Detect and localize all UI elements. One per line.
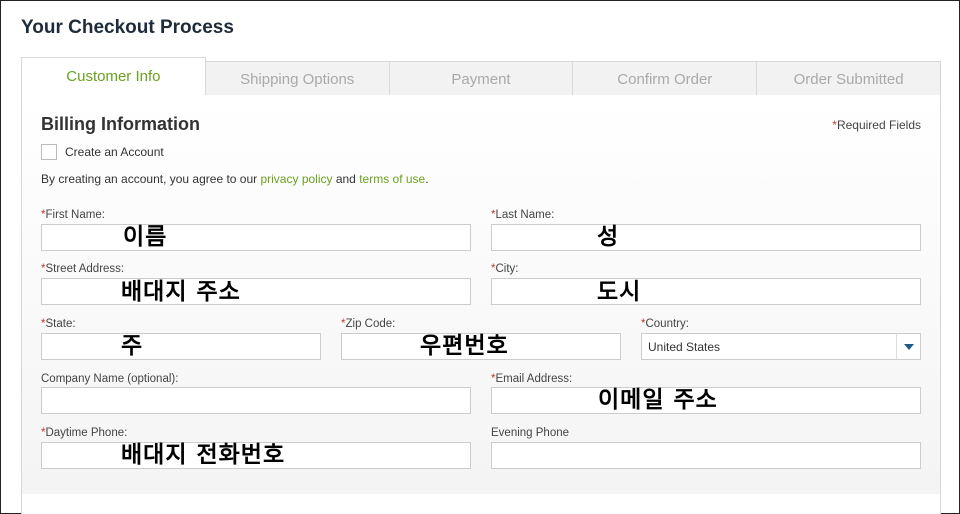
email-address-overlay: 이메일 주소 xyxy=(598,387,718,413)
page-title: Your Checkout Process xyxy=(21,17,234,38)
first-name-overlay: 이름 xyxy=(123,224,168,250)
street-address-input[interactable] xyxy=(41,278,471,305)
country-selected-value: United States xyxy=(648,340,721,354)
create-account-checkbox[interactable] xyxy=(41,144,57,160)
tab-order-submitted[interactable]: Order Submitted xyxy=(757,61,941,98)
company-name-label: Company Name (optional): xyxy=(41,373,179,385)
state-input[interactable] xyxy=(41,333,321,360)
street-address-overlay: 배대지 주소 xyxy=(121,279,241,305)
country-select[interactable]: United States xyxy=(641,333,921,360)
first-name-label: *First Name: xyxy=(41,209,105,221)
state-overlay: 주 xyxy=(121,333,144,359)
city-input[interactable] xyxy=(491,278,921,305)
last-name-overlay: 성 xyxy=(597,224,620,250)
daytime-phone-overlay: 배대지 전화번호 xyxy=(121,442,286,468)
city-overlay: 도시 xyxy=(597,279,642,305)
zip-code-overlay: 우편번호 xyxy=(420,333,509,359)
tab-shipping-options[interactable]: Shipping Options xyxy=(205,61,390,98)
first-name-input[interactable] xyxy=(41,224,471,251)
zip-code-label: *Zip Code: xyxy=(341,318,396,330)
state-label: *State: xyxy=(41,318,76,330)
evening-phone-input[interactable] xyxy=(491,442,921,469)
street-address-label: *Street Address: xyxy=(41,263,125,275)
city-label: *City: xyxy=(491,263,519,275)
last-name-label: *Last Name: xyxy=(491,209,555,221)
tab-confirm-order[interactable]: Confirm Order xyxy=(573,61,758,98)
checkout-tabs: Customer Info Shipping Options Payment C… xyxy=(21,57,941,98)
billing-title: Billing Information xyxy=(41,114,200,134)
country-label: *Country: xyxy=(641,318,689,330)
email-address-label: *Email Address: xyxy=(491,373,573,385)
chevron-down-icon[interactable] xyxy=(896,334,920,359)
privacy-policy-link[interactable]: privacy policy xyxy=(260,172,332,186)
daytime-phone-label: *Daytime Phone: xyxy=(41,427,128,439)
terms-of-use-link[interactable]: terms of use xyxy=(359,172,425,186)
company-name-input[interactable] xyxy=(41,387,471,414)
evening-phone-label: Evening Phone xyxy=(491,427,570,439)
account-agreement-text: By creating an account, you agree to our… xyxy=(41,172,429,186)
panel-footer xyxy=(21,494,941,514)
last-name-input[interactable] xyxy=(491,224,921,251)
tab-customer-info[interactable]: Customer Info xyxy=(21,57,206,95)
create-account-label: Create an Account xyxy=(65,145,164,159)
required-fields-note: *Required Fields xyxy=(832,118,921,132)
tab-payment[interactable]: Payment xyxy=(389,61,574,98)
